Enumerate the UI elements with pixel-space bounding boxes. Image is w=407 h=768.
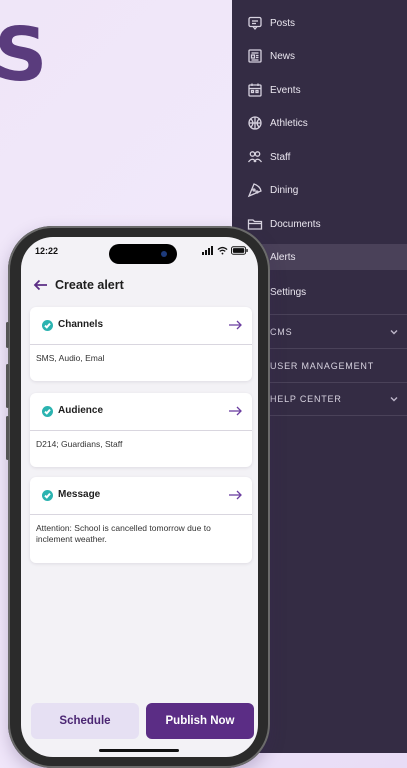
- message-card[interactable]: Message Attention: School is cancelled t…: [30, 477, 252, 563]
- sidebar-item-label: News: [270, 50, 296, 62]
- sidebar-item-events[interactable]: Events: [232, 75, 407, 105]
- sidebar-item-label: Events: [270, 84, 301, 96]
- channels-card[interactable]: Channels SMS, Audio, Emal: [30, 307, 252, 381]
- check-icon: [42, 406, 53, 417]
- phone-screen: 12:22 Create alert Channels SMS, Audio, …: [21, 237, 258, 757]
- sidebar-item-label: Staff: [270, 151, 291, 163]
- card-value: D214; Guardians, Staff: [36, 439, 123, 449]
- card-header: Audience: [30, 393, 252, 431]
- sidebar-item-label: Settings: [270, 286, 307, 298]
- phone-button: [6, 364, 9, 408]
- card-header: Channels: [30, 307, 252, 345]
- card-value: SMS, Audio, Emal: [36, 353, 105, 363]
- section-label: HELP CENTER: [270, 394, 342, 404]
- phone-mockup: 12:22 Create alert Channels SMS, Audio, …: [6, 226, 270, 768]
- sidebar-item-posts[interactable]: Posts: [232, 8, 407, 38]
- dynamic-island: [109, 244, 177, 264]
- action-footer: Schedule Publish Now: [21, 701, 258, 757]
- chevron-down-icon: [389, 394, 399, 404]
- audience-card[interactable]: Audience D214; Guardians, Staff: [30, 393, 252, 467]
- arrow-right-icon[interactable]: [228, 318, 242, 332]
- sidebar-item-label: Documents: [270, 218, 321, 230]
- card-title: Message: [58, 489, 101, 500]
- section-label: CMS: [270, 326, 293, 337]
- home-indicator: [99, 749, 179, 752]
- wifi-icon: [217, 246, 228, 255]
- publish-now-button[interactable]: Publish Now: [146, 703, 254, 739]
- sidebar-item-dining[interactable]: Dining: [232, 175, 407, 205]
- check-icon: [42, 320, 53, 331]
- chevron-down-icon: [389, 327, 399, 337]
- sidebar-item-label: Dining: [270, 184, 299, 196]
- status-time: 12:22: [35, 246, 59, 256]
- check-icon: [42, 490, 53, 501]
- phone-button: [6, 416, 9, 460]
- card-title: Channels: [58, 319, 104, 330]
- arrow-right-icon[interactable]: [228, 404, 242, 418]
- sidebar-item-label: Athletics: [270, 117, 308, 129]
- signal-icon: [202, 246, 213, 255]
- sidebar-item-documents[interactable]: Documents: [232, 209, 407, 239]
- hero-letter: S: [0, 12, 48, 98]
- status-bar: 12:22: [21, 237, 258, 271]
- card-header: Message: [30, 477, 252, 515]
- pizza-icon: [247, 182, 263, 198]
- calendar-icon: [247, 82, 263, 98]
- ball-icon: [247, 115, 263, 131]
- screen-header: Create alert: [21, 273, 258, 301]
- sidebar-item-label: Posts: [270, 17, 296, 29]
- sidebar-item-athletics[interactable]: Athletics: [232, 108, 407, 138]
- back-arrow-icon[interactable]: [33, 277, 49, 293]
- status-icons: [202, 246, 248, 255]
- sidebar-item-staff[interactable]: Staff: [232, 142, 407, 172]
- card-title: Audience: [58, 405, 104, 416]
- folder-icon: [247, 216, 263, 232]
- card-value: Attention: School is cancelled tomorrow …: [36, 523, 211, 545]
- arrow-right-icon[interactable]: [228, 488, 242, 502]
- sidebar-item-news[interactable]: News: [232, 41, 407, 71]
- section-label: USER MANAGEMENT: [270, 360, 375, 371]
- page-title: Create alert: [55, 278, 124, 292]
- posts-icon: [247, 15, 263, 31]
- people-icon: [247, 149, 263, 165]
- phone-button: [6, 322, 9, 348]
- sidebar-item-label: Alerts: [270, 251, 296, 263]
- schedule-button[interactable]: Schedule: [31, 703, 139, 739]
- news-icon: [247, 48, 263, 64]
- battery-icon: [231, 246, 248, 255]
